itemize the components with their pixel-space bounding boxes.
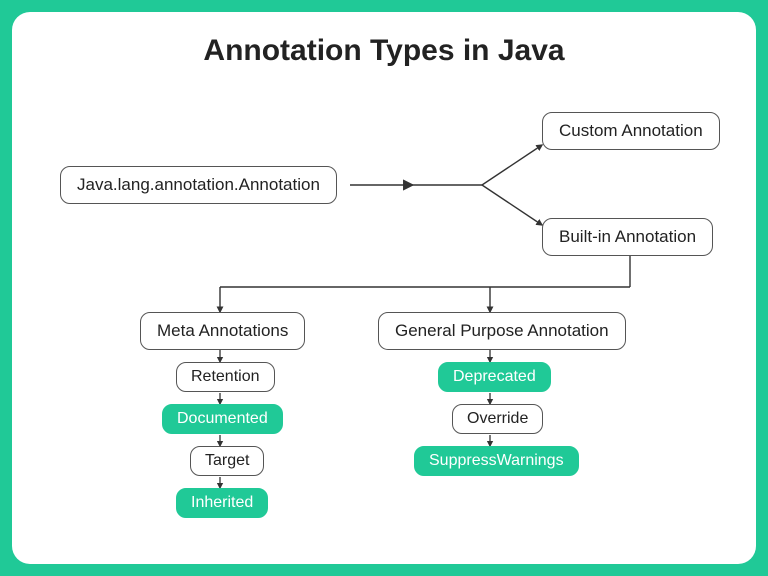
node-suppresswarnings: SuppressWarnings bbox=[414, 446, 579, 476]
node-deprecated: Deprecated bbox=[438, 362, 551, 392]
node-target: Target bbox=[190, 446, 264, 476]
node-builtin-annotation: Built-in Annotation bbox=[542, 218, 713, 256]
diagram-title: Annotation Types in Java bbox=[12, 34, 756, 68]
node-custom-annotation: Custom Annotation bbox=[542, 112, 720, 150]
node-root: Java.lang.annotation.Annotation bbox=[60, 166, 337, 204]
connector-lines bbox=[12, 12, 756, 564]
node-meta-annotations: Meta Annotations bbox=[140, 312, 305, 350]
node-documented: Documented bbox=[162, 404, 283, 434]
node-retention: Retention bbox=[176, 362, 275, 392]
node-general-purpose: General Purpose Annotation bbox=[378, 312, 626, 350]
node-override: Override bbox=[452, 404, 543, 434]
diagram-canvas: Annotation Types in Java bbox=[12, 12, 756, 564]
node-inherited: Inherited bbox=[176, 488, 268, 518]
